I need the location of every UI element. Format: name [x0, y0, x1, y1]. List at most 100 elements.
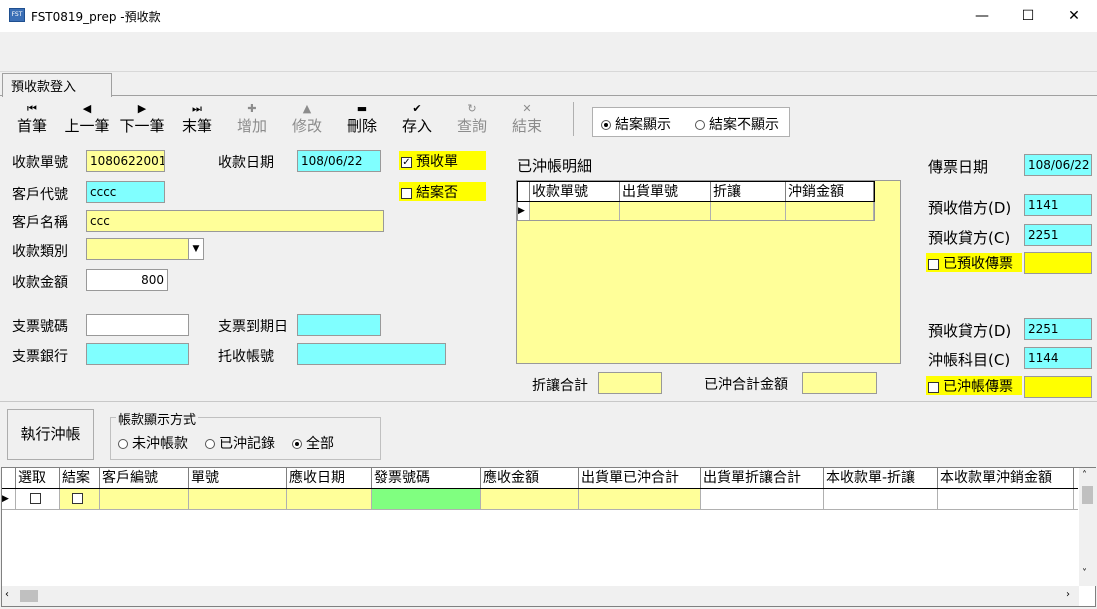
toolbar-button-9[interactable]: ✕ 結束 [500, 102, 554, 140]
table-cell[interactable] [100, 489, 189, 509]
closed-hide-radio[interactable] [695, 120, 705, 130]
close-icon[interactable]: ✕ [1051, 0, 1097, 32]
grid-column-header[interactable]: 應收日期 [287, 468, 372, 488]
mode-all-radio[interactable] [292, 439, 302, 449]
offset-voucher-check-icon[interactable] [928, 381, 939, 393]
offset-account-field[interactable]: 1144 [1024, 347, 1092, 369]
app-icon[interactable]: FST [9, 8, 25, 22]
offset-col-discount[interactable]: 折讓 [711, 182, 786, 201]
maximize-icon[interactable]: ☐ [1005, 0, 1051, 32]
minimize-icon[interactable]: — [959, 0, 1005, 32]
offset-col-shipment-no[interactable]: 出貨單號 [620, 182, 711, 201]
scroll-right-icon[interactable]: › [1066, 589, 1070, 600]
table-cell[interactable] [189, 489, 287, 509]
receipt-no-field[interactable]: 1080622001 [86, 150, 165, 172]
prepay-debit-field[interactable]: 1141 [1024, 194, 1092, 216]
toolbar-button-3[interactable]: ⏭ 末筆 [170, 102, 224, 140]
toolbar-button-5[interactable]: ▲ 修改 [280, 102, 334, 140]
closed-check-icon[interactable] [401, 187, 412, 199]
table-cell[interactable] [786, 202, 874, 220]
prepay-credit2-field[interactable]: 2251 [1024, 318, 1092, 340]
grid-column-header[interactable]: 出貨單已沖合計 [579, 468, 701, 488]
customer-code-field[interactable]: cccc [86, 181, 165, 203]
table-cell[interactable] [824, 489, 938, 509]
amount-field[interactable]: 800 [86, 269, 168, 291]
table-row[interactable]: ▶ [517, 202, 875, 221]
mode-unoffset-radio[interactable] [118, 439, 128, 449]
table-cell[interactable] [481, 489, 579, 509]
vertical-scrollbar[interactable]: ˄ ˅ [1079, 468, 1096, 586]
scroll-left-icon[interactable]: ‹ [5, 589, 9, 600]
toolbar-button-4[interactable]: ✚ 增加 [225, 102, 279, 140]
check-no-field[interactable] [86, 314, 189, 336]
closed-hide-option[interactable]: 結案不顯示 [695, 114, 779, 134]
closed-show-option[interactable]: 結案顯示 [601, 114, 671, 134]
scroll-thumb[interactable] [1082, 486, 1093, 504]
receivables-grid[interactable]: 選取 結案 客戶編號 單號 應收日期 發票號碼 應收金額 出貨單已沖合計 出貨單折讓合計 本收款單… [1, 467, 1096, 607]
table-cell[interactable] [287, 489, 372, 509]
offset-detail-grid[interactable]: 收款單號 出貨單號 折讓 沖銷金額 ▶ [516, 180, 901, 364]
grid-column-header[interactable]: 出貨單折讓合計 [701, 468, 824, 488]
toolbar-button-0[interactable]: ⏮ 首筆 [5, 102, 59, 140]
receipt-date-field[interactable]: 108/06/22 [297, 150, 381, 172]
offset-detail-header: 收款單號 出貨單號 折讓 沖銷金額 [517, 181, 875, 202]
query-icon: ↻ [467, 102, 477, 115]
prepay-voucher-check-icon[interactable] [928, 258, 939, 270]
chevron-down-icon[interactable]: ▼ [188, 239, 203, 259]
prepay-check-icon[interactable]: ✓ [401, 156, 412, 168]
table-cell[interactable] [701, 489, 824, 509]
grid-column-header[interactable]: 選取 [16, 468, 60, 488]
tab-prepay-entry[interactable]: 預收款登入 [2, 73, 112, 97]
execute-offset-button[interactable]: 執行沖帳 [7, 409, 94, 460]
grid-column-header[interactable]: 客戶編號 [100, 468, 189, 488]
offset-voucher-field[interactable] [1024, 376, 1092, 398]
table-cell[interactable] [530, 202, 620, 220]
offset-col-amount[interactable]: 沖銷金額 [786, 182, 874, 201]
receipt-type-select[interactable] [86, 238, 204, 260]
prepay-voucher-checkbox[interactable]: 已預收傳票 [926, 253, 1022, 272]
table-cell[interactable] [16, 489, 60, 509]
prepay-voucher-field[interactable] [1024, 252, 1092, 274]
mode-offset-radio[interactable] [205, 439, 215, 449]
grid-column-header[interactable]: 發票號碼 [372, 468, 481, 488]
grid-column-header[interactable]: 單號 [189, 468, 287, 488]
table-cell[interactable] [60, 489, 100, 509]
scroll-thumb-h[interactable] [20, 590, 38, 602]
check-bank-field[interactable] [86, 343, 189, 365]
prepay-checkbox[interactable]: ✓ 預收單 [399, 151, 486, 170]
grid-column-header[interactable]: 本收款單沖銷金額 [938, 468, 1074, 488]
offset-total-field[interactable] [802, 372, 877, 394]
toolbar-button-8[interactable]: ↻ 查詢 [445, 102, 499, 140]
toolbar-button-6[interactable]: ▬ 刪除 [335, 102, 389, 140]
toolbar-button-7[interactable]: ✔ 存入 [390, 102, 444, 140]
offset-voucher-checkbox[interactable]: 已沖帳傳票 [926, 376, 1022, 395]
scroll-up-icon[interactable]: ˄ [1082, 470, 1087, 481]
toolbar-button-1[interactable]: ◀ 上一筆 [60, 102, 114, 140]
table-cell[interactable] [372, 489, 481, 509]
scroll-down-icon[interactable]: ˅ [1082, 568, 1087, 579]
table-row[interactable]: ▶ [2, 489, 1078, 510]
check-due-field[interactable] [297, 314, 381, 336]
offset-col-receipt-no[interactable]: 收款單號 [530, 182, 620, 201]
grid-column-header[interactable]: 本收款單-折讓 [824, 468, 938, 488]
table-cell[interactable] [579, 489, 701, 509]
mode-unoffset-option[interactable]: 未沖帳款 [118, 433, 188, 453]
select-checkbox[interactable] [30, 493, 41, 504]
discount-total-field[interactable] [598, 372, 662, 394]
mode-offset-option[interactable]: 已沖記錄 [205, 433, 275, 453]
grid-column-header[interactable]: 結案 [60, 468, 100, 488]
grid-column-header[interactable]: 應收金額 [481, 468, 579, 488]
horizontal-scrollbar[interactable]: ‹ › [2, 586, 1079, 606]
toolbar-button-2[interactable]: ▶ 下一筆 [115, 102, 169, 140]
closed-checkbox[interactable]: 結案否 [399, 182, 486, 201]
table-cell[interactable] [620, 202, 711, 220]
customer-name-field[interactable]: ccc [86, 210, 384, 232]
collect-account-field[interactable] [297, 343, 446, 365]
table-cell[interactable] [938, 489, 1074, 509]
closed-row-checkbox[interactable] [72, 493, 83, 504]
voucher-date-field[interactable]: 108/06/22 [1024, 154, 1092, 176]
table-cell[interactable] [711, 202, 786, 220]
mode-all-option[interactable]: 全部 [292, 433, 334, 453]
prepay-credit-field[interactable]: 2251 [1024, 224, 1092, 246]
closed-show-radio[interactable] [601, 120, 611, 130]
